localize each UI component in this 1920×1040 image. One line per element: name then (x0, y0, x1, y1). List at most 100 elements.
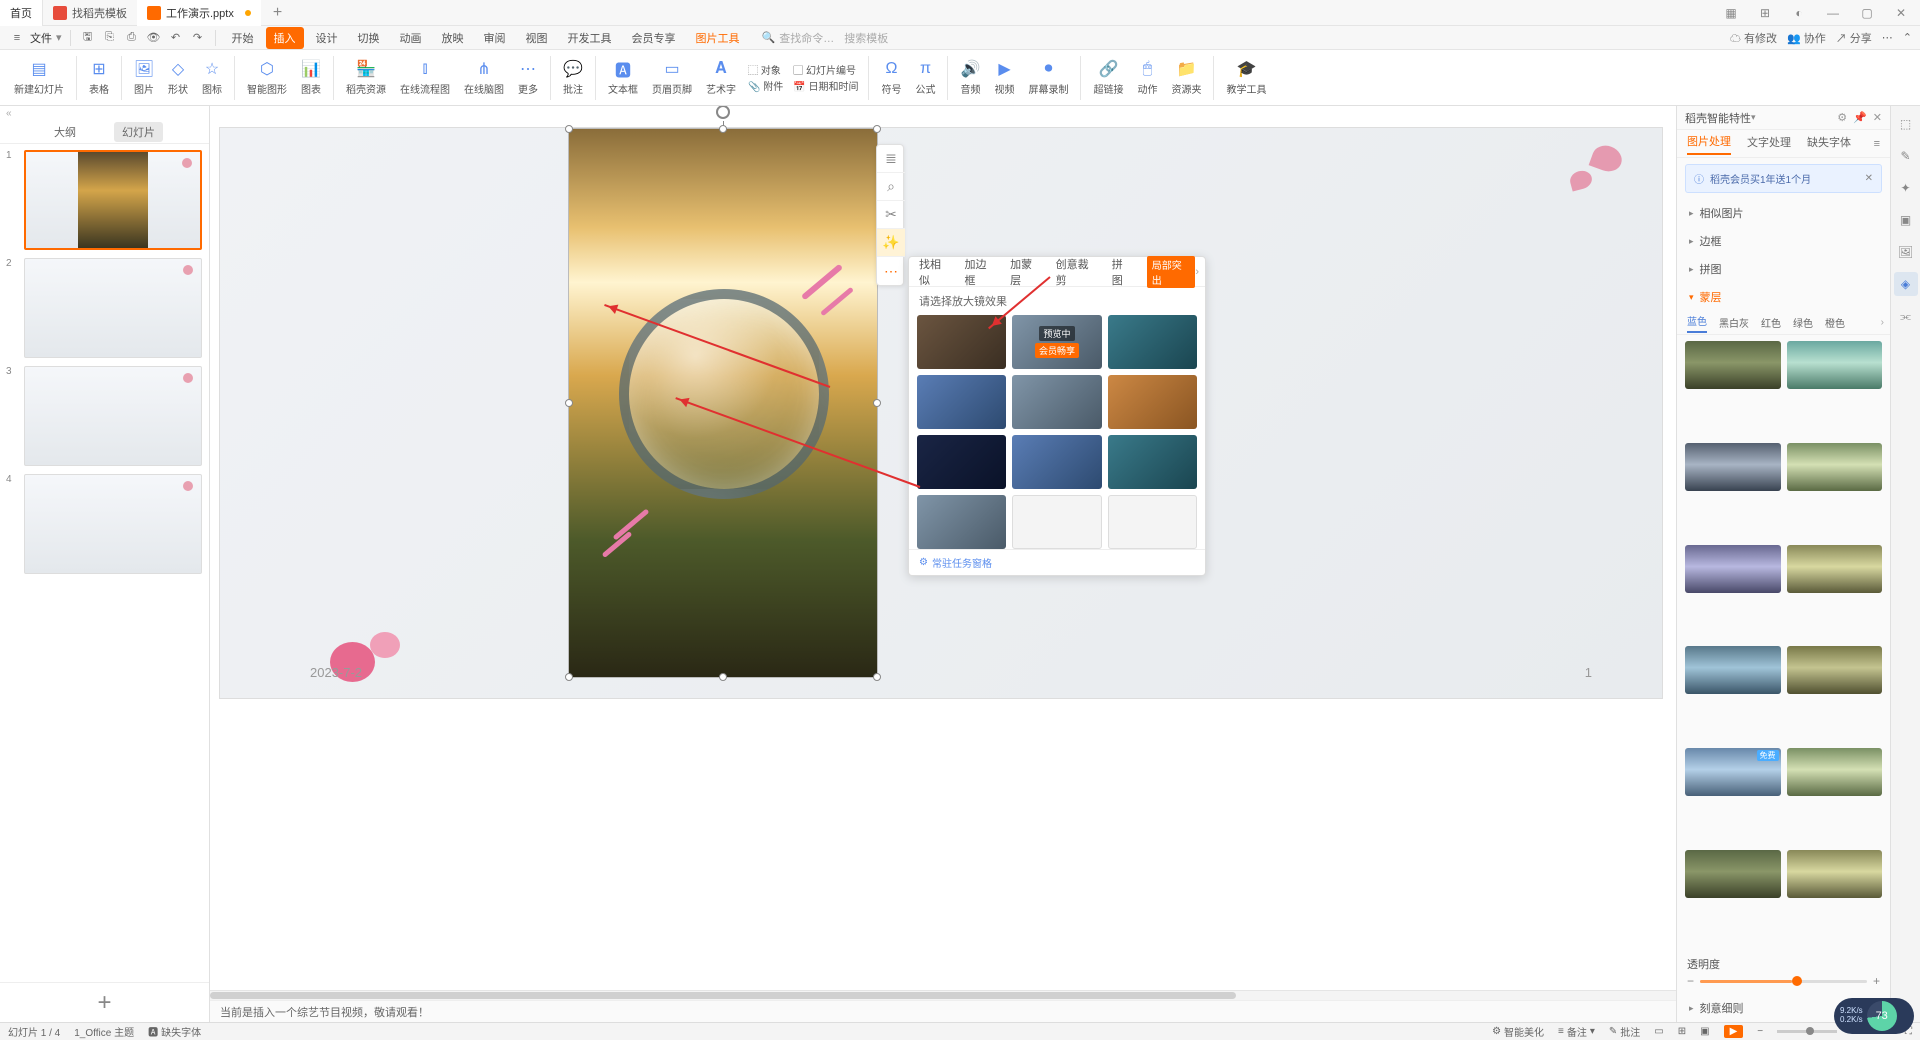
filter-preset[interactable] (1685, 646, 1781, 694)
performance-widget[interactable]: 9.2K/s 0.2K/s 73 (1834, 998, 1914, 1034)
tab-start[interactable]: 开始 (224, 27, 262, 49)
effect-preset[interactable] (917, 495, 1006, 549)
minimize-button[interactable]: — (1822, 2, 1844, 24)
tab-templates[interactable]: 找稻壳模板 (43, 0, 137, 26)
filter-preset[interactable] (1787, 748, 1883, 796)
ribbon-teaching[interactable]: 🎓教学工具 (1220, 53, 1272, 103)
ribbon-icon[interactable]: ☆图标 (196, 53, 228, 103)
pin-icon[interactable]: 📌 (1853, 111, 1867, 124)
section-border[interactable]: ▸边框 (1677, 227, 1890, 255)
zoom-out-icon[interactable]: − (1757, 1026, 1763, 1037)
thumbnail-3[interactable] (24, 366, 202, 466)
side-tab-font[interactable]: 缺失字体 (1807, 134, 1851, 154)
ribbon-mindmap[interactable]: ⋔在线脑图 (458, 53, 510, 103)
resize-handle[interactable] (873, 673, 881, 681)
popup-tab-border[interactable]: 加边框 (965, 256, 997, 288)
close-panel-icon[interactable]: ✕ (1873, 111, 1882, 124)
layers-icon[interactable]: ≣ (877, 145, 905, 173)
tab-animation[interactable]: 动画 (392, 27, 430, 49)
chevron-right-icon[interactable]: › (1881, 317, 1884, 328)
new-tab-button[interactable]: + (261, 4, 294, 22)
color-tab-green[interactable]: 绿色 (1793, 315, 1813, 330)
effect-preset[interactable] (1108, 375, 1197, 429)
color-tab-orange[interactable]: 橙色 (1825, 315, 1845, 330)
undo-icon[interactable]: ↶ (167, 29, 185, 47)
close-button[interactable]: ✕ (1890, 2, 1912, 24)
resize-handle[interactable] (565, 673, 573, 681)
filter-preset[interactable] (1685, 545, 1781, 593)
effect-preset[interactable] (1012, 435, 1101, 489)
tab-devtools[interactable]: 开发工具 (560, 27, 620, 49)
thumbnail-2[interactable] (24, 258, 202, 358)
thumbs-tab-outline[interactable]: 大纲 (46, 122, 84, 142)
more-icon[interactable]: ⋯ (1882, 31, 1893, 44)
view-sorter-icon[interactable]: ⊞ (1678, 1026, 1686, 1037)
zoom-icon[interactable]: ⌕ (877, 173, 905, 201)
effect-preset-preview[interactable]: 预览中会员畅享 (1012, 315, 1101, 369)
tab-transition[interactable]: 切换 (350, 27, 388, 49)
effect-preset[interactable] (917, 435, 1006, 489)
ribbon-comment[interactable]: 💬批注 (557, 53, 589, 103)
popup-pin-taskpane[interactable]: ⚙常驻任务窗格 (909, 549, 1205, 575)
tab-review[interactable]: 审阅 (476, 27, 514, 49)
notes-area[interactable]: 当前是插入一个综艺节目视频，敬请观看！ (210, 1000, 1676, 1022)
ribbon-chart[interactable]: 📊图表 (295, 53, 327, 103)
rotate-handle[interactable] (716, 106, 730, 119)
side-tab-image[interactable]: 图片处理 (1687, 133, 1731, 155)
effect-preset[interactable] (1108, 435, 1197, 489)
filter-preset[interactable] (1685, 443, 1781, 491)
ribbon-wordart[interactable]: 𝐀艺术字 (700, 53, 742, 103)
section-similar[interactable]: ▸相似图片 (1677, 199, 1890, 227)
maximize-button[interactable]: ▢ (1856, 2, 1878, 24)
ribbon-screenrec[interactable]: ⏺屏幕录制 (1022, 53, 1074, 103)
add-slide-button[interactable]: + (0, 982, 209, 1022)
preview-icon[interactable]: 👁 (145, 29, 163, 47)
section-collage[interactable]: ▸拼图 (1677, 255, 1890, 283)
tab-document[interactable]: 工作演示.pptx (137, 0, 261, 26)
tab-picture-tools[interactable]: 图片工具 (688, 27, 748, 49)
ribbon-table[interactable]: ⊞表格 (83, 53, 115, 103)
ribbon-header-footer[interactable]: ▭页眉页脚 (646, 53, 698, 103)
strip-style-icon[interactable]: ✎ (1894, 144, 1918, 168)
ribbon-more[interactable]: ⋯更多 (512, 53, 544, 103)
resize-handle[interactable] (873, 125, 881, 133)
thumbnail-1[interactable] (24, 150, 202, 250)
avatar-icon[interactable]: ◐ (1788, 2, 1810, 24)
effect-preset[interactable] (917, 375, 1006, 429)
ribbon-audio[interactable]: 🔊音频 (954, 53, 986, 103)
grid-icon[interactable]: ▦ (1720, 2, 1742, 24)
search-cmd[interactable]: 查找命令… (779, 30, 834, 46)
ribbon-hyperlink[interactable]: 🔗超链接 (1087, 53, 1129, 103)
tab-insert[interactable]: 插入 (266, 27, 304, 49)
chevron-icon[interactable]: ⌃ (1903, 31, 1912, 44)
strip-animate-icon[interactable]: ✦ (1894, 176, 1918, 200)
ribbon-smartart[interactable]: ⬡智能图形 (241, 53, 293, 103)
color-tab-bw[interactable]: 黑白灰 (1719, 315, 1749, 330)
more-options-icon[interactable]: ⋯ (877, 257, 905, 285)
popup-tab-highlight[interactable]: 局部突出 (1147, 256, 1195, 288)
filter-preset[interactable] (1787, 545, 1883, 593)
effect-preset[interactable] (1012, 495, 1101, 549)
ribbon-picture[interactable]: 🖼图片 (128, 53, 160, 103)
filter-preset[interactable] (1787, 646, 1883, 694)
strip-help-icon[interactable]: ⫘ (1894, 304, 1918, 328)
print-icon[interactable]: ⎙ (123, 29, 141, 47)
ribbon-shape[interactable]: ◇形状 (162, 53, 194, 103)
collab-button[interactable]: 👥 协作 (1787, 30, 1826, 46)
ribbon-slide-number[interactable]: ▢ 幻灯片编号 (793, 62, 858, 77)
file-menu[interactable]: 文件 (30, 30, 52, 46)
ribbon-attachment[interactable]: 📎 附件 (748, 78, 783, 93)
view-normal-icon[interactable]: ▭ (1654, 1026, 1663, 1037)
redo-icon[interactable]: ↷ (189, 29, 207, 47)
popup-tab-mask[interactable]: 加蒙层 (1010, 256, 1042, 288)
hamburger-icon[interactable]: ≡ (1874, 138, 1880, 150)
ribbon-object[interactable]: ⬚ 对象 (748, 62, 783, 77)
saveas-icon[interactable]: ⎘ (101, 29, 119, 47)
filter-preset[interactable] (1685, 341, 1781, 389)
ribbon-docer[interactable]: 🏪稻壳资源 (340, 53, 392, 103)
ribbon-flowchart[interactable]: ⫾在线流程图 (394, 53, 456, 103)
filter-preset[interactable] (1787, 443, 1883, 491)
status-beautify[interactable]: ⚙ 智能美化 (1492, 1024, 1544, 1039)
crop-icon[interactable]: ✂ (877, 201, 905, 229)
section-mask[interactable]: ▾蒙层 (1677, 283, 1890, 311)
